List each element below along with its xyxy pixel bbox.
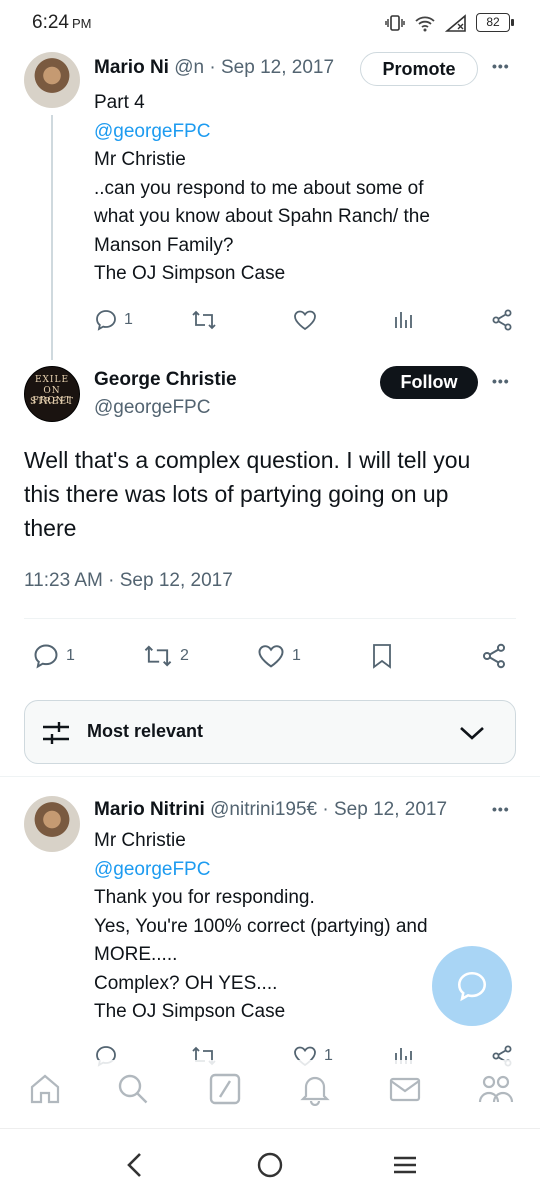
mention-link[interactable]: @georgeFPC xyxy=(94,856,514,885)
avatar-logo-text: EXILE xyxy=(34,375,70,385)
recents-icon[interactable] xyxy=(392,1151,418,1179)
sliders-icon xyxy=(43,722,69,744)
home-icon[interactable] xyxy=(28,1072,62,1106)
divider xyxy=(24,618,516,619)
tweet-text: Well that's a complex question. I will t… xyxy=(24,443,524,545)
search-icon[interactable] xyxy=(116,1072,150,1106)
retweet-icon xyxy=(144,645,172,667)
bell-icon[interactable] xyxy=(298,1072,332,1106)
author-handle[interactable]: @n xyxy=(174,57,204,78)
promote-button[interactable]: Promote xyxy=(360,52,478,86)
tweet-header: Mario Nitrini @nitrini195€ · Sep 12, 201… xyxy=(94,799,447,821)
views-icon xyxy=(395,312,412,328)
wifi-icon xyxy=(415,16,435,31)
tweet-line: Yes, You're 100% correct (partying) and xyxy=(94,915,428,937)
tweet-timestamp[interactable]: 11:23 AM · Sep 12, 2017 xyxy=(24,570,233,592)
tweet-line: there xyxy=(24,515,77,541)
share-icon xyxy=(492,309,512,331)
separator: · xyxy=(209,57,216,78)
system-nav-bar xyxy=(0,1128,540,1200)
tweet-line: Well that's a complex question. I will t… xyxy=(24,447,471,473)
author-name[interactable]: Mario Nitrini xyxy=(94,799,205,820)
sort-label: Most relevant xyxy=(87,721,204,741)
compose-reply-button[interactable] xyxy=(432,946,512,1026)
retweet-button[interactable] xyxy=(190,308,218,332)
heart-icon xyxy=(294,310,316,331)
author-handle[interactable]: @nitrini195€ xyxy=(210,799,317,820)
more-options-icon[interactable]: ••• xyxy=(492,801,510,817)
author-name[interactable]: Mario Ni xyxy=(94,57,169,78)
heart-icon xyxy=(258,645,284,668)
reply-count: 1 xyxy=(124,311,133,328)
chat-bubble-icon xyxy=(457,971,487,1002)
mail-icon[interactable] xyxy=(388,1072,422,1106)
reply-icon xyxy=(34,644,58,669)
like-button[interactable] xyxy=(292,308,318,332)
tweet-line: Mr Christie xyxy=(94,149,186,170)
status-icons: 82 xyxy=(385,13,514,32)
bookmark-button[interactable] xyxy=(370,642,394,670)
tweet-line: Mr Christie xyxy=(94,830,186,851)
like-button[interactable]: 1 xyxy=(256,642,301,670)
status-time: 6:24 PM xyxy=(32,12,92,33)
avatar[interactable] xyxy=(24,796,80,852)
signal-icon xyxy=(445,13,466,32)
battery-indicator: 82 xyxy=(476,13,514,32)
tweet-line: Thank you for responding. xyxy=(94,887,315,908)
bottom-tab-bar xyxy=(0,1060,540,1124)
reply-sort-dropdown[interactable]: Most relevant xyxy=(24,700,516,764)
avatar[interactable]: EXILE ON FRONT STREET xyxy=(24,366,80,422)
home-circle-icon[interactable] xyxy=(256,1151,284,1179)
tweet-line: Manson Family? xyxy=(94,234,234,256)
share-button[interactable] xyxy=(490,308,514,332)
tweet-date[interactable]: Sep 12, 2017 xyxy=(334,799,447,820)
tweet-line: what you know about Spahn Ranch/ the xyxy=(94,206,430,227)
grok-icon[interactable] xyxy=(208,1072,242,1106)
like-count: 1 xyxy=(292,647,301,664)
avatar[interactable] xyxy=(24,52,80,108)
back-icon[interactable] xyxy=(124,1151,146,1179)
reply-button[interactable]: 1 xyxy=(32,642,75,670)
reply-count: 1 xyxy=(66,647,75,664)
chevron-down-icon xyxy=(460,727,484,740)
tweet-line: ..can you respond to me about some of xyxy=(94,177,424,199)
retweet-count: 2 xyxy=(180,647,189,664)
more-options-icon[interactable]: ••• xyxy=(492,373,510,389)
bookmark-icon xyxy=(373,644,391,669)
thread-line xyxy=(51,115,53,360)
share-icon xyxy=(482,643,506,669)
tweet-line: Part 4 xyxy=(94,92,145,113)
retweet-icon xyxy=(192,310,216,330)
people-icon[interactable] xyxy=(478,1072,514,1106)
follow-button[interactable]: Follow xyxy=(380,366,478,399)
author-name[interactable]: George Christie xyxy=(94,369,237,391)
status-bar: 6:24 PM 82 xyxy=(0,0,540,48)
separator: · xyxy=(322,799,329,820)
more-options-icon[interactable]: ••• xyxy=(492,58,510,74)
tweet-header: Mario Ni @n · Sep 12, 2017 xyxy=(94,57,334,79)
retweet-button[interactable]: 2 xyxy=(142,642,189,670)
tweet-date[interactable]: Sep 12, 2017 xyxy=(221,57,334,78)
avatar-logo-text: STREET xyxy=(29,397,75,407)
author-handle[interactable]: @georgeFPC xyxy=(94,397,210,419)
tweet-line: The OJ Simpson Case xyxy=(94,263,286,284)
vibrate-icon xyxy=(385,14,405,31)
divider xyxy=(0,776,540,777)
reply-icon xyxy=(96,310,116,331)
mention-link[interactable]: @georgeFPC xyxy=(94,118,514,147)
tweet-line: this there was lots of partying going on… xyxy=(24,481,449,507)
share-button[interactable] xyxy=(480,642,508,670)
tweet-text: Part 4 @georgeFPC Mr Christie ..can you … xyxy=(94,89,514,289)
views-button[interactable] xyxy=(392,308,416,332)
reply-button[interactable]: 1 xyxy=(94,308,133,332)
